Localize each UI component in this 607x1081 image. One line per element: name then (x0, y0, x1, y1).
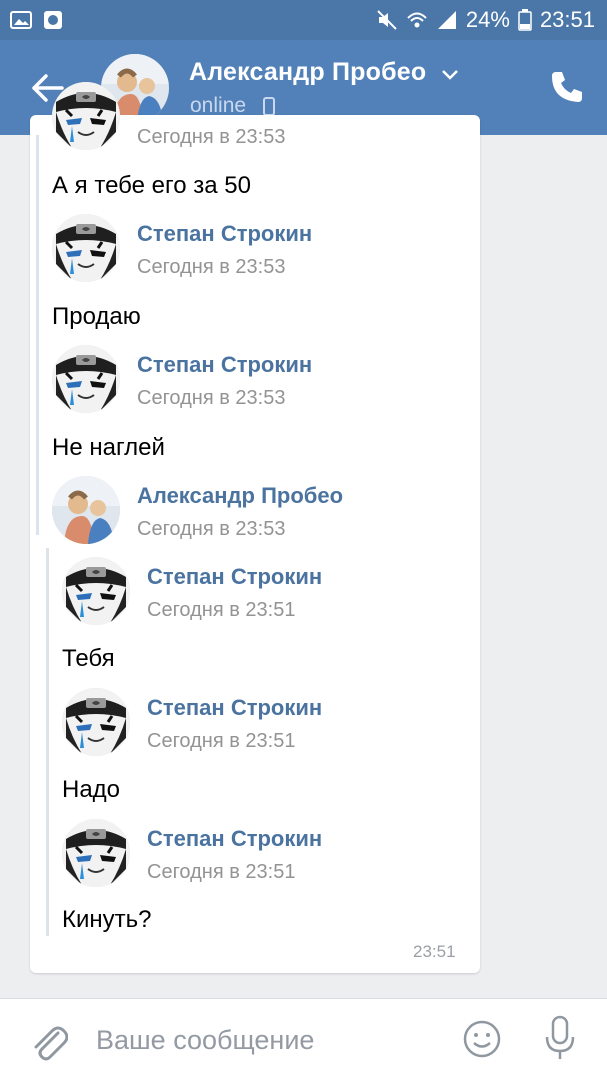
mobile-icon (263, 97, 275, 116)
forward-text: Кинуть? (62, 906, 152, 933)
chevron-down-icon[interactable] (440, 68, 460, 82)
forward-sender-name[interactable]: Степан Строкин (137, 221, 312, 247)
gallery-icon (10, 11, 32, 29)
vk-shield-icon (44, 11, 62, 29)
wifi-icon (407, 12, 427, 28)
sender-avatar[interactable] (52, 476, 120, 544)
forward-sender-name[interactable]: Степан Строкин (147, 695, 322, 721)
message-composer (0, 998, 607, 1081)
sender-avatar[interactable] (62, 688, 130, 756)
sender-avatar[interactable] (62, 557, 130, 625)
microphone-icon[interactable] (543, 1015, 577, 1063)
paperclip-icon[interactable] (28, 1019, 68, 1063)
signal-icon (437, 11, 456, 29)
sender-avatar[interactable] (52, 345, 120, 413)
forward-quote-bar (36, 135, 39, 535)
forward-text: Надо (62, 776, 121, 803)
forward-text: Тебя (62, 645, 115, 672)
forward-sender-name[interactable]: Степан Строкин (147, 564, 322, 590)
battery-percent: 24% (465, 7, 510, 32)
clock: 23:51 (539, 7, 595, 32)
forward-time: Сегодня в 23:53 (137, 256, 286, 278)
forward-time: Сегодня в 23:53 (137, 126, 286, 148)
forward-time: Сегодня в 23:51 (147, 861, 296, 883)
forward-time: Сегодня в 23:53 (137, 387, 286, 409)
contact-name[interactable]: Александр Пробео (189, 58, 426, 87)
sender-avatar[interactable] (62, 819, 130, 887)
nested-forward-quote-bar (46, 548, 49, 936)
emoji-icon[interactable] (462, 1019, 502, 1059)
sender-avatar[interactable] (52, 214, 120, 282)
forward-text: Продаю (52, 303, 141, 330)
forward-text: Не наглей (52, 434, 165, 461)
forward-sender-name[interactable]: Степан Строкин (147, 826, 322, 852)
forward-sender-name[interactable]: Александр Пробео (137, 483, 343, 509)
forward-time: Сегодня в 23:51 (147, 730, 296, 752)
status-bar: 24% 23:51 (0, 0, 607, 40)
forward-text: А я тебе его за 50 (52, 172, 251, 199)
mute-icon (377, 10, 397, 30)
message-input[interactable] (96, 1017, 436, 1063)
forward-time: Сегодня в 23:51 (147, 599, 296, 621)
message-timestamp: 23:51 (413, 942, 456, 961)
sender-avatar[interactable] (52, 82, 120, 150)
phone-call-icon[interactable] (548, 68, 586, 106)
forward-sender-name[interactable]: Степан Строкин (137, 352, 312, 378)
forward-time: Сегодня в 23:53 (137, 518, 286, 540)
battery-icon (518, 9, 532, 31)
